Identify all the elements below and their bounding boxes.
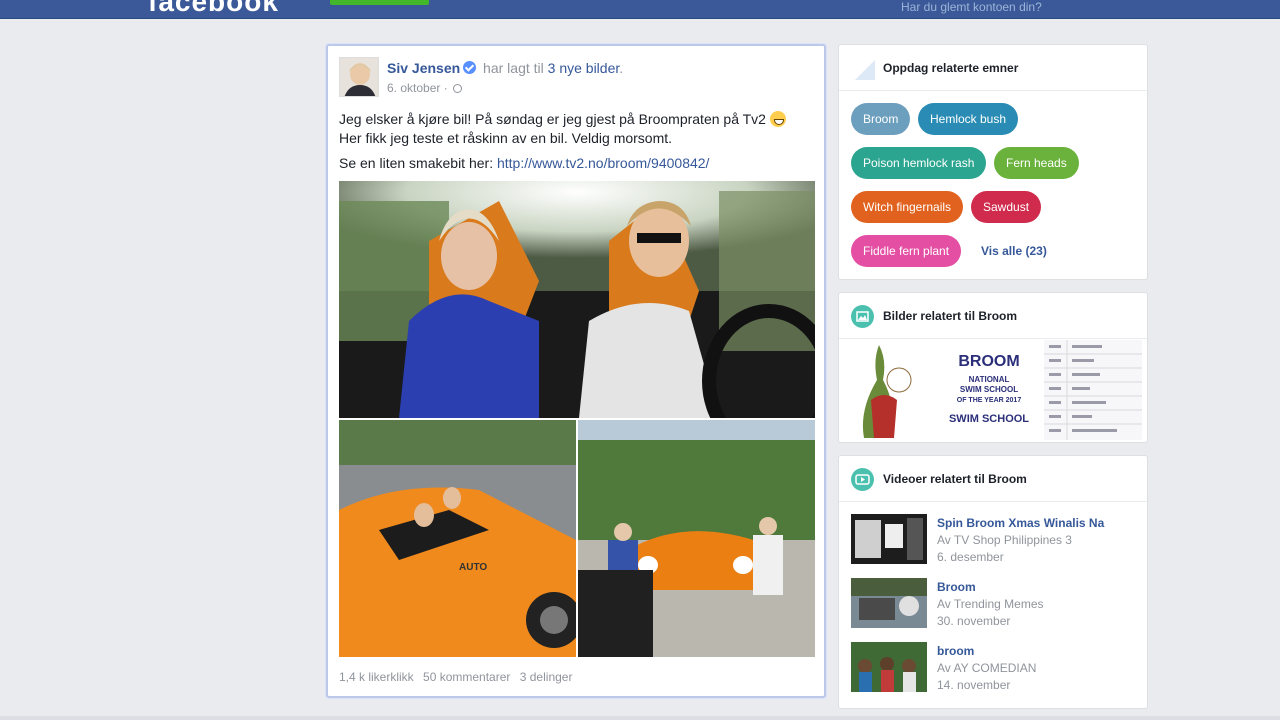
video-title-link[interactable]: broom bbox=[937, 644, 974, 658]
author-avatar[interactable] bbox=[339, 57, 379, 97]
video-thumbnail[interactable] bbox=[851, 578, 927, 628]
post-photo-left[interactable]: AUTO bbox=[339, 420, 576, 657]
related-videos-header: Videoer relatert til Broom bbox=[839, 456, 1147, 502]
likes-count-link[interactable]: 1,4 k likerklikk bbox=[339, 670, 414, 684]
svg-text:AUTO: AUTO bbox=[459, 562, 487, 573]
image-icon bbox=[851, 305, 874, 328]
topic-pill-hemlock-bush[interactable]: Hemlock bush bbox=[918, 103, 1019, 135]
video-channel: Av AY COMEDIAN bbox=[937, 661, 1037, 675]
related-topics-box: Oppdag relaterte emner Broom Hemlock bus… bbox=[838, 44, 1148, 280]
see-all-topics-link[interactable]: Vis alle (23) bbox=[981, 244, 1047, 258]
video-channel: Av TV Shop Philippines 3 bbox=[937, 533, 1072, 547]
post-meta: 6. oktober · bbox=[387, 81, 463, 95]
post-photo-right[interactable] bbox=[578, 420, 815, 657]
sign-up-button[interactable] bbox=[330, 0, 429, 5]
post-stats: 1,4 k likerklikk 50 kommentarer 3 deling… bbox=[339, 670, 572, 684]
swim-school-logo-title: BROOM bbox=[958, 353, 1019, 370]
related-topics-header: Oppdag relaterte emner bbox=[839, 45, 1147, 91]
related-videos-title: Videoer relatert til Broom bbox=[883, 472, 1027, 486]
related-images-strip[interactable]: BROOM NATIONAL SWIM SCHOOL OF THE YEAR 2… bbox=[839, 340, 1147, 440]
post-text-line1: Jeg elsker å kjøre bil! På søndag er jeg… bbox=[339, 111, 766, 127]
related-videos-box: Videoer relatert til Broom Spin Broom Xm… bbox=[838, 455, 1148, 709]
video-date: 14. november bbox=[937, 678, 1011, 692]
comments-count-link[interactable]: 50 kommentarer bbox=[423, 670, 510, 684]
video-date: 30. november bbox=[937, 614, 1011, 628]
forgot-account-link[interactable]: Har du glemt kontoen din? bbox=[901, 0, 1042, 14]
svg-text:SWIM SCHOOL: SWIM SCHOOL bbox=[949, 413, 1029, 425]
svg-text:NATIONAL: NATIONAL bbox=[969, 375, 1010, 384]
public-globe-icon[interactable] bbox=[453, 84, 463, 93]
video-title-link[interactable]: Broom bbox=[937, 580, 976, 594]
video-channel: Av Trending Memes bbox=[937, 597, 1044, 611]
facebook-logo[interactable]: facebook bbox=[148, 0, 279, 18]
preview-link[interactable]: http://www.tv2.no/broom/9400842/ bbox=[497, 155, 709, 171]
video-item[interactable]: Spin Broom Xmas Winalis Na Av TV Shop Ph… bbox=[851, 514, 1141, 566]
video-title-link[interactable]: Spin Broom Xmas Winalis Na bbox=[937, 516, 1104, 530]
svg-text:SWIM SCHOOL: SWIM SCHOOL bbox=[960, 385, 1018, 394]
related-images-title: Bilder relatert til Broom bbox=[883, 309, 1018, 323]
post-date-link[interactable]: 6. oktober · bbox=[387, 81, 448, 95]
svg-text:OF THE YEAR 2017: OF THE YEAR 2017 bbox=[957, 397, 1022, 404]
video-icon bbox=[851, 468, 874, 491]
post-text-line2: Her fikk jeg teste et råskinn av en bil.… bbox=[339, 130, 673, 146]
video-item[interactable]: broom Av AY COMEDIAN 14. november bbox=[851, 642, 1141, 694]
grinning-emoji-icon bbox=[769, 111, 786, 127]
related-images-box: Bilder relatert til Broom BROOM NATIONAL… bbox=[838, 292, 1148, 443]
topic-pill-fern-heads[interactable]: Fern heads bbox=[994, 147, 1079, 179]
post-header: Siv Jensen har lagt til 3 nye bilder. bbox=[387, 60, 624, 76]
video-item[interactable]: Broom Av Trending Memes 30. november bbox=[851, 578, 1141, 630]
top-bar: facebook Har du glemt kontoen din? bbox=[0, 0, 1280, 19]
topic-pill-witch-fingernails[interactable]: Witch fingernails bbox=[851, 191, 964, 223]
photos-link[interactable]: 3 nye bilder bbox=[548, 60, 620, 76]
related-topics-title: Oppdag relaterte emner bbox=[883, 61, 1019, 75]
shares-count-link[interactable]: 3 delinger bbox=[520, 670, 573, 684]
verified-badge-icon bbox=[463, 61, 477, 74]
video-thumbnail[interactable] bbox=[851, 642, 927, 692]
topic-pill-fiddle-fern-plant[interactable]: Fiddle fern plant bbox=[851, 235, 962, 267]
video-date: 6. desember bbox=[937, 550, 1004, 564]
preview-prefix: Se en liten smakebit her: bbox=[339, 155, 494, 171]
topic-pill-sawdust[interactable]: Sawdust bbox=[971, 191, 1042, 223]
author-name-link[interactable]: Siv Jensen bbox=[387, 60, 460, 76]
post-card: Siv Jensen har lagt til 3 nye bilder. 6.… bbox=[326, 44, 826, 698]
page-bottom-edge bbox=[0, 716, 1280, 720]
video-thumbnail[interactable] bbox=[851, 514, 927, 564]
post-photo-main[interactable] bbox=[339, 181, 815, 418]
topic-pill-poison-hemlock-rash[interactable]: Poison hemlock rash bbox=[851, 147, 987, 179]
post-action-text: har lagt til bbox=[483, 60, 544, 76]
topic-pill-broom[interactable]: Broom bbox=[851, 103, 911, 135]
related-images-header: Bilder relatert til Broom bbox=[839, 293, 1147, 339]
post-text: Jeg elsker å kjøre bil! På søndag er jeg… bbox=[339, 110, 809, 179]
discover-icon bbox=[855, 60, 875, 80]
